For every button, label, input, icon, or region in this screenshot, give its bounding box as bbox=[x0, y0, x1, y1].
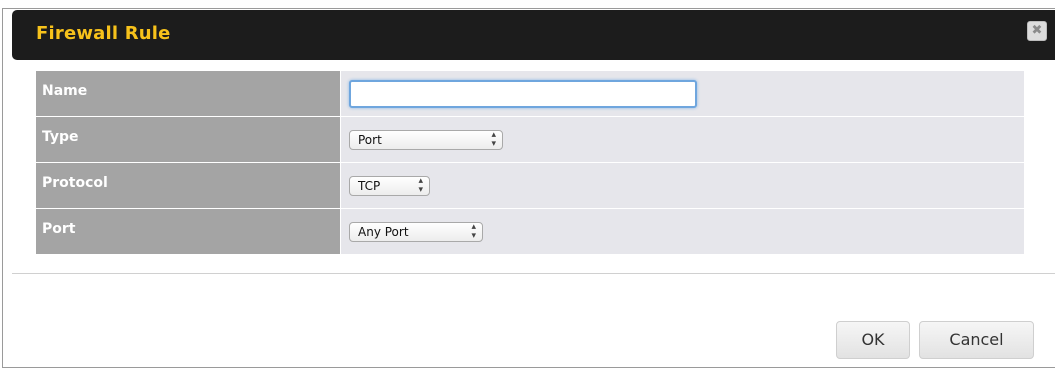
type-select[interactable]: Port ▴ ▾ bbox=[349, 130, 503, 150]
ok-button[interactable]: OK bbox=[836, 321, 910, 359]
port-label: Port bbox=[35, 208, 341, 255]
type-select-value: Port bbox=[358, 133, 382, 147]
port-select-value: Any Port bbox=[358, 225, 409, 239]
close-icon[interactable]: ✖ bbox=[1027, 21, 1047, 41]
firewall-rule-form: Name Type Port ▴ ▾ Protocol TCP ▴ ▾ Port A… bbox=[35, 70, 1025, 255]
name-label: Name bbox=[35, 70, 341, 117]
form-row-port: Port Any Port ▴ ▾ bbox=[35, 208, 1025, 255]
name-input[interactable] bbox=[349, 79, 697, 108]
protocol-cell: TCP ▴ ▾ bbox=[340, 162, 1025, 209]
form-row-type: Type Port ▴ ▾ bbox=[35, 116, 1025, 163]
updown-arrows-icon: ▴ ▾ bbox=[491, 130, 496, 149]
protocol-label: Protocol bbox=[35, 162, 341, 209]
cancel-button[interactable]: Cancel bbox=[919, 321, 1034, 359]
name-cell bbox=[340, 70, 1025, 117]
type-label: Type bbox=[35, 116, 341, 163]
form-row-name: Name bbox=[35, 70, 1025, 117]
updown-arrows-icon: ▴ ▾ bbox=[418, 176, 423, 195]
port-select[interactable]: Any Port ▴ ▾ bbox=[349, 222, 483, 242]
type-cell: Port ▴ ▾ bbox=[340, 116, 1025, 163]
protocol-select[interactable]: TCP ▴ ▾ bbox=[349, 176, 430, 196]
updown-arrows-icon: ▴ ▾ bbox=[471, 222, 476, 241]
form-row-protocol: Protocol TCP ▴ ▾ bbox=[35, 162, 1025, 209]
port-cell: Any Port ▴ ▾ bbox=[340, 208, 1025, 255]
dialog-title: Firewall Rule bbox=[36, 23, 171, 44]
dialog-titlebar: Firewall Rule bbox=[12, 10, 1055, 60]
footer-divider bbox=[12, 273, 1055, 274]
protocol-select-value: TCP bbox=[358, 179, 381, 193]
